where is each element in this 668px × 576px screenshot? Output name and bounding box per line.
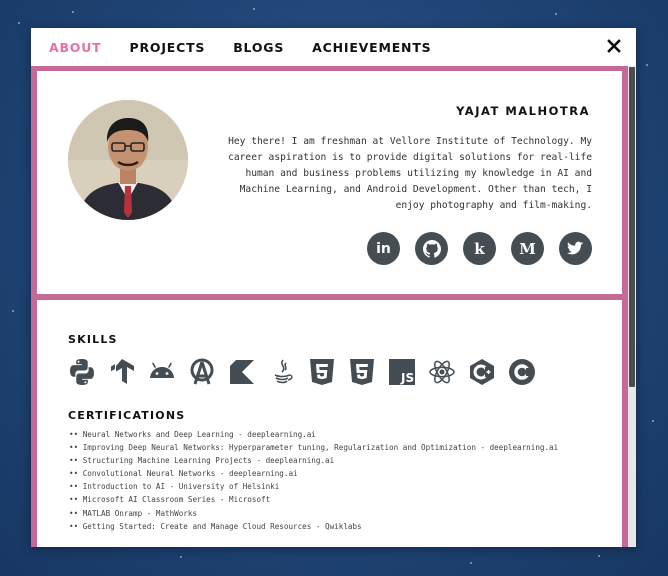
android-studio-icon	[187, 357, 217, 387]
react-icon	[427, 357, 457, 387]
list-item: Neural Networks and Deep Learning - deep…	[69, 428, 558, 441]
linkedin-glyph: in	[376, 240, 391, 257]
skills-title: SKILLS	[68, 333, 118, 346]
close-icon[interactable]	[606, 38, 622, 54]
javascript-icon: JS	[387, 357, 417, 387]
social-links: in k M	[367, 232, 592, 265]
twitter-icon[interactable]	[559, 232, 592, 265]
avatar	[68, 100, 188, 220]
medium-glyph: M	[519, 239, 536, 258]
star	[18, 22, 20, 24]
python-icon	[67, 357, 97, 387]
tensorflow-icon	[107, 357, 137, 387]
list-item: Introduction to AI - University of Helsi…	[69, 480, 558, 493]
android-icon	[147, 357, 177, 387]
twitter-bird	[567, 241, 584, 255]
star	[72, 11, 74, 13]
navbar: ABOUT PROJECTS BLOGS ACHIEVEMENTS	[31, 28, 636, 66]
list-item: Improving Deep Neural Networks: Hyperpar…	[69, 441, 558, 454]
star	[12, 310, 14, 312]
certifications-title: CERTIFICATIONS	[68, 409, 186, 422]
list-item: Microsoft AI Classroom Series - Microsof…	[69, 493, 558, 506]
svg-text:JS: JS	[400, 371, 414, 385]
star	[598, 555, 600, 557]
star	[555, 13, 557, 15]
profile-name: YAJAT MALHOTRA	[456, 104, 590, 118]
list-item: MATLAB Onramp - MathWorks	[69, 507, 558, 520]
list-item: Getting Started: Create and Manage Cloud…	[69, 520, 558, 533]
star	[646, 64, 648, 66]
medium-icon[interactable]: M	[511, 232, 544, 265]
kotlin-icon	[227, 357, 257, 387]
section-divider	[31, 294, 628, 300]
star	[470, 562, 472, 564]
css3-icon	[347, 357, 377, 387]
tab-projects[interactable]: PROJECTS	[130, 40, 206, 55]
skills-icons: JS	[67, 357, 537, 387]
about-window: ABOUT PROJECTS BLOGS ACHIEVEMENTS YAJAT …	[31, 28, 636, 547]
profile-bio: Hey there! I am freshman at Vellore Inst…	[228, 136, 592, 211]
frame-border	[31, 66, 628, 71]
c-icon	[507, 357, 537, 387]
scrollbar-thumb[interactable]	[629, 67, 635, 387]
kaggle-icon[interactable]: k	[463, 232, 496, 265]
kaggle-glyph: k	[474, 239, 485, 258]
certifications-list: Neural Networks and Deep Learning - deep…	[69, 428, 558, 533]
github-mark	[422, 239, 441, 258]
tab-blogs[interactable]: BLOGS	[233, 40, 284, 55]
cplusplus-icon	[467, 357, 497, 387]
frame-border	[31, 66, 37, 547]
star	[652, 420, 654, 422]
list-item: Structuring Machine Learning Projects - …	[69, 454, 558, 467]
tab-achievements[interactable]: ACHIEVEMENTS	[312, 40, 431, 55]
tab-about[interactable]: ABOUT	[49, 40, 102, 55]
github-icon[interactable]	[415, 232, 448, 265]
star	[180, 556, 182, 558]
linkedin-icon[interactable]: in	[367, 232, 400, 265]
java-icon	[267, 357, 297, 387]
star	[253, 8, 255, 10]
list-item: Convolutional Neural Networks - deeplear…	[69, 467, 558, 480]
html5-icon	[307, 357, 337, 387]
